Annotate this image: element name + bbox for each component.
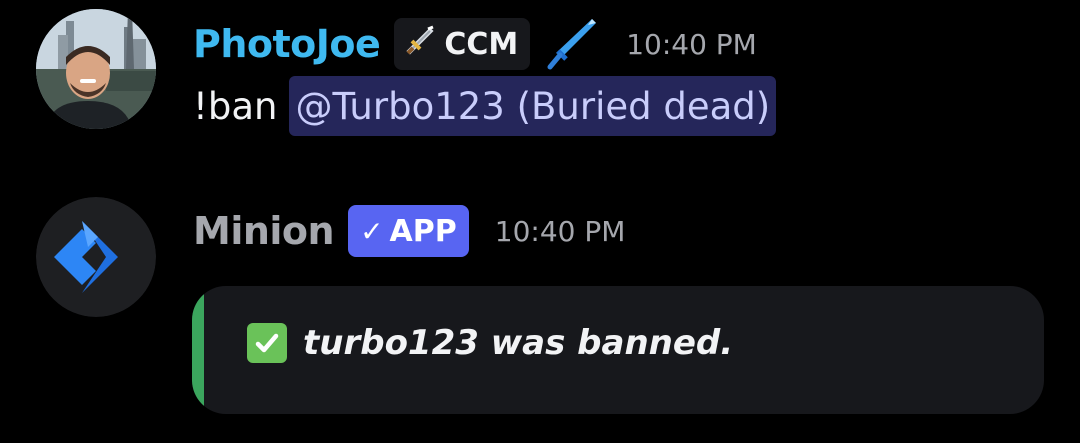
command-text: !ban (193, 84, 278, 128)
minion-header: Minion ✓ APP 10:40 PM (193, 203, 625, 259)
embed-color-bar (192, 286, 204, 414)
message-photojoe: PhotoJoe CCM 10:40 PM !ban @Turbo123 (Bu… (0, 0, 1080, 170)
minion-avatar[interactable] (36, 197, 156, 317)
app-badge-label: APP (389, 213, 457, 249)
photojoe-header: PhotoJoe CCM 10:40 PM (193, 16, 757, 72)
message-timestamp[interactable]: 10:40 PM (626, 28, 757, 61)
blue-sword-icon[interactable] (542, 15, 600, 73)
guild-tag[interactable]: CCM (394, 18, 531, 70)
checkmark-icon: ✓ (360, 214, 384, 248)
sword-icon (404, 23, 444, 65)
author-name[interactable]: PhotoJoe (193, 22, 381, 66)
app-badge: ✓ APP (348, 205, 469, 257)
embed-description: turbo123 was banned. (247, 318, 733, 368)
embed-description-text: turbo123 was banned. (303, 323, 734, 363)
ban-embed: turbo123 was banned. (192, 286, 1044, 414)
message-timestamp[interactable]: 10:40 PM (495, 215, 626, 248)
author-name[interactable]: Minion (193, 209, 335, 253)
check-box-icon (247, 323, 287, 363)
photojoe-avatar[interactable] (36, 9, 156, 129)
user-mention[interactable]: @Turbo123 (Buried dead) (289, 76, 777, 136)
guild-tag-label: CCM (444, 26, 519, 62)
message-content: !ban @Turbo123 (Buried dead) (193, 76, 777, 136)
